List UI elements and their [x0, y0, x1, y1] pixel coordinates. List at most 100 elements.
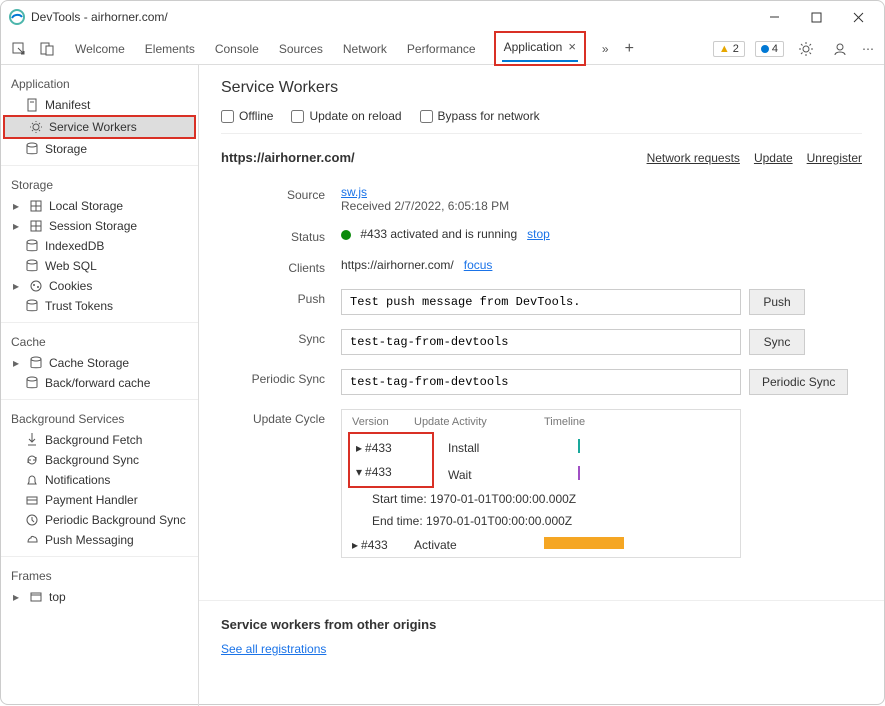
other-origins-section: Service workers from other origins See a…	[199, 600, 884, 672]
checkbox-label: Update on reload	[309, 109, 401, 123]
tab-sources[interactable]: Sources	[277, 38, 325, 60]
update-cycle-table: Version Update Activity Timeline ▸#433 ▾…	[341, 409, 741, 558]
tab-application[interactable]: Application ×	[502, 35, 578, 62]
inspect-icon[interactable]	[7, 37, 31, 61]
chevron-right-icon: ▸	[352, 538, 358, 552]
close-button[interactable]	[844, 3, 872, 31]
origin-row: https://airhorner.com/ Network requests …	[221, 150, 862, 165]
options-row: Offline Update on reload Bypass for netw…	[221, 109, 862, 134]
sidebar-label: Cookies	[49, 279, 92, 293]
tab-elements[interactable]: Elements	[143, 38, 197, 60]
settings-icon[interactable]	[794, 37, 818, 61]
sidebar-push[interactable]: Push Messaging	[1, 530, 198, 550]
sidebar-periodic-sync[interactable]: Periodic Background Sync	[1, 510, 198, 530]
feedback-icon[interactable]	[828, 37, 852, 61]
col-timeline: Timeline	[544, 416, 730, 428]
titlebar: DevTools - airhorner.com/	[1, 1, 884, 33]
push-button[interactable]: Push	[749, 289, 805, 315]
periodic-sync-button[interactable]: Periodic Sync	[749, 369, 848, 395]
bypass-network-checkbox[interactable]: Bypass for network	[420, 109, 540, 123]
warnings-badge[interactable]: ▲2	[713, 41, 745, 57]
devtools-toolbar: Welcome Elements Console Sources Network…	[1, 33, 884, 65]
cycle-row-version[interactable]: ▾#433	[356, 465, 418, 479]
sidebar-cache-storage[interactable]: ▸ Cache Storage	[1, 353, 198, 373]
device-icon[interactable]	[35, 37, 59, 61]
push-input[interactable]	[341, 289, 741, 315]
periodic-sync-input[interactable]	[341, 369, 741, 395]
tab-console[interactable]: Console	[213, 38, 261, 60]
cycle-row-version[interactable]: ▸#433	[356, 441, 418, 455]
periodic-sync-label: Periodic Sync	[221, 369, 341, 386]
col-version: Version	[352, 416, 414, 428]
cycle-row-version[interactable]: ▸#433	[352, 538, 414, 552]
sidebar-label: Trust Tokens	[45, 299, 113, 313]
tab-welcome[interactable]: Welcome	[73, 38, 127, 60]
tab-performance[interactable]: Performance	[405, 38, 478, 60]
sidebar-session-storage[interactable]: ▸Session Storage	[1, 216, 198, 236]
sidebar-label: Cache Storage	[49, 356, 129, 370]
sidebar-cookies[interactable]: ▸ Cookies	[1, 276, 198, 296]
warnings-count: 2	[733, 43, 739, 55]
source-label: Source	[221, 185, 341, 202]
sidebar-payment[interactable]: Payment Handler	[1, 490, 198, 510]
maximize-button[interactable]	[802, 3, 830, 31]
minimize-button[interactable]	[760, 3, 788, 31]
sidebar-notifications[interactable]: Notifications	[1, 470, 198, 490]
status-text: #433 activated and is running	[360, 227, 517, 241]
update-link[interactable]: Update	[754, 151, 793, 165]
sidebar-label: Service Workers	[49, 120, 137, 134]
chevron-right-icon: ▸	[11, 279, 21, 293]
sidebar-manifest[interactable]: Manifest	[1, 95, 198, 115]
sidebar-label: Storage	[45, 142, 87, 156]
other-origins-heading: Service workers from other origins	[221, 617, 862, 632]
kebab-icon[interactable]: ⋯	[862, 42, 874, 56]
sidebar-local-storage[interactable]: ▸Local Storage	[1, 196, 198, 216]
tab-application-highlight: Application ×	[494, 31, 586, 66]
sidebar-trust-tokens[interactable]: Trust Tokens	[1, 296, 198, 316]
warning-icon: ▲	[719, 43, 730, 55]
update-cycle-label: Update Cycle	[221, 409, 341, 426]
focus-link[interactable]: focus	[464, 258, 493, 272]
sidebar-label: Background Fetch	[45, 433, 142, 447]
chevron-right-icon: ▸	[11, 590, 21, 604]
sidebar-bf-cache[interactable]: Back/forward cache	[1, 373, 198, 393]
version-text: #433	[365, 441, 392, 455]
sidebar-service-workers[interactable]: Service Workers	[3, 115, 196, 139]
add-tab-icon[interactable]: +	[625, 40, 634, 58]
stop-link[interactable]: stop	[527, 227, 550, 241]
version-text: #433	[365, 465, 392, 479]
clients-label: Clients	[221, 258, 341, 275]
tab-application-label: Application	[504, 40, 563, 54]
sidebar-label: Back/forward cache	[45, 376, 150, 390]
sidebar-label: Notifications	[45, 473, 110, 487]
chevron-right-icon: ▸	[11, 356, 21, 370]
offline-checkbox[interactable]: Offline	[221, 109, 273, 123]
network-requests-link[interactable]: Network requests	[647, 151, 740, 165]
sync-label: Sync	[221, 329, 341, 346]
panel-tabs: Welcome Elements Console Sources Network…	[73, 31, 709, 66]
timeline-mark	[578, 466, 580, 480]
end-time: End time: 1970-01-01T00:00:00.000Z	[342, 510, 740, 532]
sidebar-label: Payment Handler	[45, 493, 138, 507]
sidebar-bg-fetch[interactable]: Background Fetch	[1, 430, 198, 450]
unregister-link[interactable]: Unregister	[807, 151, 862, 165]
sidebar-label: Push Messaging	[45, 533, 134, 547]
sidebar-bg-sync[interactable]: Background Sync	[1, 450, 198, 470]
more-tabs-icon[interactable]: »	[602, 42, 609, 56]
section-bg-services: Background Services	[1, 406, 198, 430]
info-badge[interactable]: 4	[755, 41, 784, 57]
see-all-registrations-link[interactable]: See all registrations	[221, 642, 326, 656]
window-title: DevTools - airhorner.com/	[31, 10, 760, 24]
sidebar-indexeddb[interactable]: IndexedDB	[1, 236, 198, 256]
close-icon[interactable]: ×	[568, 39, 576, 54]
sync-button[interactable]: Sync	[749, 329, 805, 355]
tab-network[interactable]: Network	[341, 38, 389, 60]
section-cache: Cache	[1, 329, 198, 353]
sidebar-websql[interactable]: Web SQL	[1, 256, 198, 276]
sync-input[interactable]	[341, 329, 741, 355]
sidebar-frame-top[interactable]: ▸top	[1, 587, 198, 607]
source-file-link[interactable]: sw.js	[341, 185, 367, 199]
start-time: Start time: 1970-01-01T00:00:00.000Z	[342, 488, 740, 510]
sidebar-storage[interactable]: Storage	[1, 139, 198, 159]
update-reload-checkbox[interactable]: Update on reload	[291, 109, 401, 123]
